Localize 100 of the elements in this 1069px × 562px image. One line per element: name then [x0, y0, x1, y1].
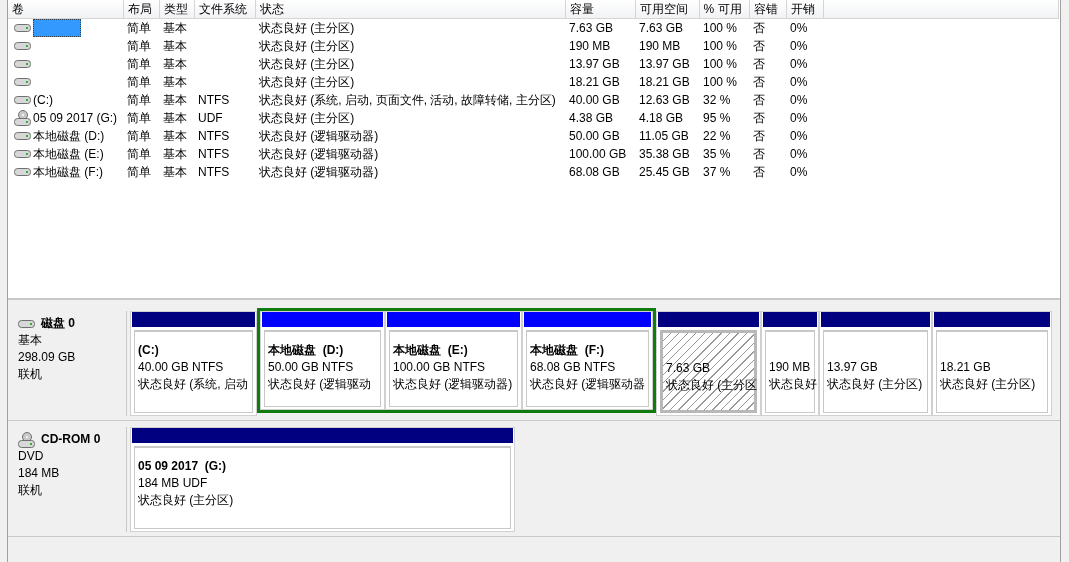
table-cell: NTFS [198, 93, 230, 107]
table-cell: 40.00 GB [569, 93, 620, 107]
table-cell: 4.38 GB [569, 111, 614, 125]
partition-bar [763, 312, 817, 327]
table-row[interactable]: 简单 基本 状态良好 (主分区) 13.97 GB 13.97 GB 100 % 否 0% [8, 55, 1058, 73]
volume-name[interactable]: 本地磁盘 (E:) [33, 145, 104, 163]
partition-block[interactable]: 18.21 GB 状态良好 (主分区) [932, 311, 1052, 416]
table-cell: 100 % [703, 21, 738, 35]
partition-size: 190 MB [769, 360, 811, 374]
table-cell: 13.97 GB [639, 57, 690, 71]
table-cell: 0% [790, 165, 808, 179]
table-cell: 简单 [127, 110, 151, 125]
table-cell: 0% [790, 57, 808, 71]
table-cell: 否 [753, 110, 765, 125]
table-cell: 7.63 GB [569, 21, 614, 35]
table-cell: 基本 [163, 110, 187, 125]
column-header[interactable]: 卷 [8, 0, 123, 19]
partition-block[interactable]: (C:) 40.00 GB NTFS 状态良好 (系统, 启动 [130, 311, 257, 416]
table-cell: 0% [790, 129, 808, 143]
column-header[interactable]: 可用空间 [635, 0, 699, 19]
column-header[interactable]: 布局 [123, 0, 159, 19]
volume-name[interactable]: 本地磁盘 (D:) [33, 127, 105, 145]
table-cell: 68.08 GB [569, 165, 620, 179]
volume-name[interactable]: 本地磁盘 (F:) [33, 163, 103, 181]
partition-status: 状态良好 (逻辑驱动 [268, 377, 372, 391]
table-cell: 100.00 GB [569, 147, 627, 161]
table-cell: 简单 [127, 164, 151, 179]
partition-status: 状态良好 (逻辑驱动器) [393, 377, 513, 391]
partition-block[interactable]: 190 MB 状态良好 [761, 311, 819, 416]
column-header[interactable]: % 可用 [699, 0, 749, 19]
disk-size: 298.09 GB [18, 349, 77, 366]
column-header[interactable]: 开销 [786, 0, 823, 19]
partition-status: 状态良好 (主分区) [827, 377, 923, 391]
table-cell: 否 [753, 146, 765, 161]
table-row[interactable]: 简单 基本 状态良好 (主分区) 190 MB 190 MB 100 % 否 0% [8, 37, 1058, 55]
table-cell: 否 [753, 128, 765, 143]
column-header[interactable]: 状态 [255, 0, 565, 19]
disk-label-panel[interactable]: 磁盘 0 基本 298.09 GB 联机 [8, 311, 127, 416]
table-cell: 基本 [163, 20, 187, 35]
table-cell: 基本 [163, 56, 187, 71]
partition-block[interactable]: 本地磁盘 (E:) 100.00 GB NTFS 状态良好 (逻辑驱动器) [385, 311, 522, 410]
table-cell: 否 [753, 164, 765, 179]
table-row[interactable]: 05 09 2017 (G:) 简单 基本 UDF 状态良好 (主分区) 4.38 GB 4.18 GB 95 % 否 0% [8, 109, 1058, 127]
disk-type: 基本 [18, 332, 43, 349]
table-row[interactable]: 本地磁盘 (D:) 简单 基本 NTFS 状态良好 (逻辑驱动器) 50.00 GB 11.05 GB 22 % 否 0% [8, 127, 1058, 145]
table-cell: 否 [753, 74, 765, 89]
table-cell: 12.63 GB [639, 93, 690, 107]
drive-icon [14, 149, 31, 159]
drive-icon [18, 318, 35, 329]
column-header[interactable]: 文件系统 [194, 0, 255, 19]
partition-name: 本地磁盘 (F:) [530, 343, 604, 357]
drive-icon [14, 41, 31, 51]
table-cell: 状态良好 (逻辑驱动器) [259, 146, 379, 161]
table-cell: 4.18 GB [639, 111, 684, 125]
partition-block[interactable]: 本地磁盘 (F:) 68.08 GB NTFS 状态良好 (逻辑驱动器 [522, 311, 653, 410]
partition-size: 184 MB UDF [138, 476, 208, 490]
table-cell: 状态良好 (主分区) [259, 74, 355, 89]
disk-label-panel[interactable]: CD-ROM 0 DVD 184 MB 联机 [8, 427, 127, 532]
volume-name[interactable]: (C:) [33, 93, 53, 107]
table-cell: NTFS [198, 165, 230, 179]
table-cell: 基本 [163, 146, 187, 161]
partition-status: 状态良好 (主分区 [666, 378, 758, 392]
disk-status: 联机 [18, 366, 43, 383]
partition-block[interactable]: 本地磁盘 (D:) 50.00 GB NTFS 状态良好 (逻辑驱动 [260, 311, 385, 410]
table-row[interactable]: 简单 基本 状态良好 (主分区) 18.21 GB 18.21 GB 100 % 否 0% [8, 73, 1058, 91]
partition-block[interactable]: 05 09 2017 (G:) 184 MB UDF 状态良好 (主分区) [130, 427, 515, 532]
partition-size: 7.63 GB [666, 361, 711, 375]
table-row[interactable]: 简单 基本 状态良好 (主分区) 7.63 GB 7.63 GB 100 % 否 0% [8, 18, 1058, 37]
table-row[interactable]: 本地磁盘 (F:) 简单 基本 NTFS 状态良好 (逻辑驱动器) 68.08 GB 25.45 GB 37 % 否 0% [8, 163, 1058, 181]
disk-name: CD-ROM 0 [41, 431, 101, 448]
partition-block[interactable]: 13.97 GB 状态良好 (主分区) [819, 311, 932, 416]
volume-name[interactable]: 05 09 2017 (G:) [33, 111, 118, 125]
table-cell: 7.63 GB [639, 21, 684, 35]
table-cell: 37 % [703, 165, 731, 179]
column-header[interactable]: 类型 [159, 0, 194, 19]
disk-type: DVD [18, 448, 45, 465]
table-cell: UDF [198, 111, 223, 125]
table-cell: 简单 [127, 146, 151, 161]
partition-name: 05 09 2017 (G:) [138, 459, 227, 473]
column-header[interactable]: 容错 [749, 0, 786, 19]
partition-name: 本地磁盘 (D:) [268, 343, 344, 357]
table-cell: 基本 [163, 74, 187, 89]
drive-icon [14, 77, 31, 87]
table-cell: 简单 [127, 92, 151, 107]
table-cell: 状态良好 (主分区) [259, 56, 355, 71]
table-cell: NTFS [198, 147, 230, 161]
table-row[interactable]: 本地磁盘 (E:) 简单 基本 NTFS 状态良好 (逻辑驱动器) 100.00 GB 35.38 GB 35 % 否 0% [8, 145, 1058, 163]
partition-block[interactable]: 7.63 GB 状态良好 (主分区 [656, 311, 761, 416]
table-cell: 32 % [703, 93, 731, 107]
partition-status: 状态良好 (逻辑驱动器 [530, 377, 646, 391]
partition-status: 状态良好 (系统, 启动 [138, 377, 248, 391]
table-cell: 22 % [703, 129, 731, 143]
table-cell: 简单 [127, 128, 151, 143]
table-cell: 简单 [127, 38, 151, 53]
table-cell: 25.45 GB [639, 165, 690, 179]
partition-size: 68.08 GB NTFS [530, 360, 616, 374]
optical-drive-icon [18, 431, 35, 448]
partition-status: 状态良好 (主分区) [138, 493, 234, 507]
column-header[interactable]: 容量 [565, 0, 635, 19]
table-row[interactable]: (C:) 简单 基本 NTFS 状态良好 (系统, 启动, 页面文件, 活动, 故障转储, 主分区) 40.00 GB 12.63 GB 32 % 否 0% [8, 91, 1058, 109]
